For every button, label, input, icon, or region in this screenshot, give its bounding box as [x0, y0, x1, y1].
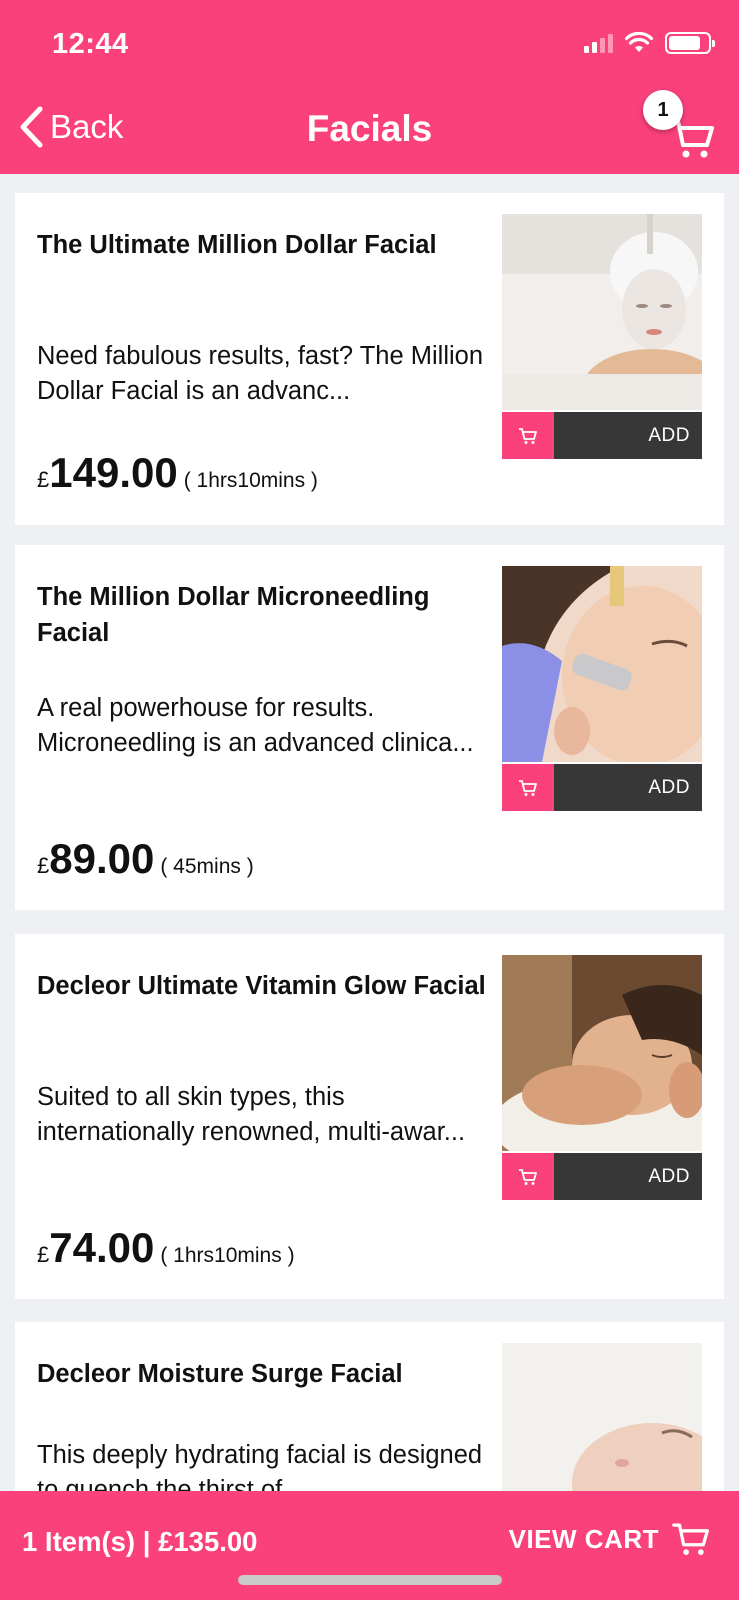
- add-to-cart-button[interactable]: ADD: [502, 1153, 702, 1200]
- product-card[interactable]: The Million Dollar Microneedling Facial …: [15, 545, 724, 910]
- chevron-left-icon: [20, 106, 43, 148]
- wifi-icon: [625, 32, 653, 52]
- price-amount: 149.00: [49, 449, 178, 496]
- product-price: £89.00( 45mins ): [37, 835, 254, 883]
- product-price: £149.00( 1hrs10mins ): [37, 449, 318, 497]
- product-description: Suited to all skin types, this internati…: [37, 1083, 466, 1146]
- product-description: Need fabulous results, fast? The Million…: [37, 342, 484, 405]
- cellular-signal-icon: [584, 33, 613, 53]
- cart-summary: 1 Item(s) | £135.00: [22, 1526, 258, 1557]
- product-card[interactable]: The Ultimate Million Dollar Facial Need …: [15, 193, 724, 525]
- product-duration: ( 1hrs10mins ): [160, 1244, 295, 1267]
- price-amount: 89.00: [49, 835, 155, 882]
- price-currency: £: [37, 467, 50, 492]
- cart-icon: [519, 779, 537, 796]
- app-header: 12:44 Back Facials 1: [0, 0, 739, 174]
- product-title: Decleor Moisture Surge Facial: [37, 1360, 403, 1388]
- status-time: 12:44: [52, 28, 129, 60]
- add-label: ADD: [554, 412, 702, 459]
- product-image: [502, 566, 702, 762]
- product-duration: ( 45mins ): [160, 855, 254, 878]
- battery-icon: [665, 32, 715, 54]
- add-label: ADD: [554, 764, 702, 811]
- product-description: A real powerhouse for results. Microneed…: [37, 694, 474, 757]
- back-button[interactable]: Back: [18, 106, 123, 148]
- back-label: Back: [50, 108, 124, 145]
- cart-icon: [519, 1168, 537, 1185]
- status-icons: [584, 32, 715, 54]
- price-amount: 74.00: [49, 1224, 155, 1271]
- product-title: The Million Dollar Microneedling Facial: [37, 583, 430, 647]
- price-currency: £: [37, 1242, 50, 1267]
- add-label: ADD: [554, 1153, 702, 1200]
- product-title: The Ultimate Million Dollar Facial: [37, 231, 437, 259]
- product-image: [502, 955, 702, 1151]
- add-to-cart-button[interactable]: ADD: [502, 764, 702, 811]
- product-duration: ( 1hrs10mins ): [183, 469, 318, 492]
- home-indicator[interactable]: [238, 1575, 502, 1585]
- cart-count-badge: 1: [643, 90, 683, 130]
- add-to-cart-button[interactable]: ADD: [502, 412, 702, 459]
- product-title: Decleor Ultimate Vitamin Glow Facial: [37, 972, 486, 1000]
- view-cart-label: VIEW CART: [508, 1523, 659, 1554]
- product-price: £74.00( 1hrs10mins ): [37, 1224, 295, 1272]
- price-currency: £: [37, 853, 50, 878]
- product-card[interactable]: Decleor Moisture Surge Facial This deepl…: [15, 1322, 724, 1502]
- cart-button[interactable]: 1: [643, 90, 715, 160]
- product-image: [502, 214, 702, 410]
- product-card[interactable]: Decleor Ultimate Vitamin Glow Facial Sui…: [15, 934, 724, 1299]
- cart-icon: [672, 1523, 709, 1555]
- view-cart-button[interactable]: VIEW CART: [509, 1521, 711, 1557]
- cart-icon: [519, 427, 537, 444]
- product-image: [502, 1343, 702, 1502]
